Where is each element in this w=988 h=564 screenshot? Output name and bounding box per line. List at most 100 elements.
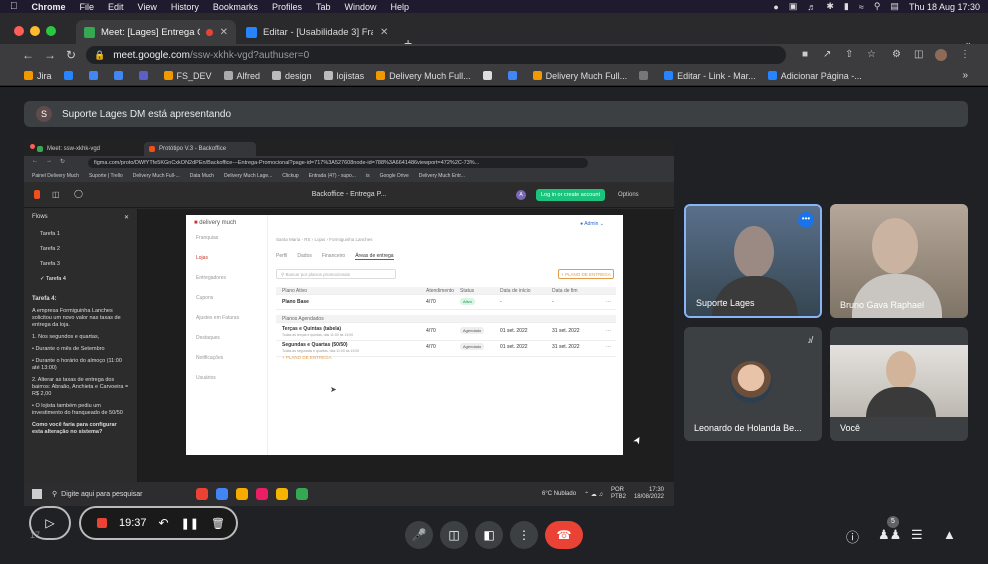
bookmark-item[interactable]: FS_DEV xyxy=(163,71,212,81)
open-in-new-icon[interactable]: ↗ xyxy=(823,49,831,60)
close-tab-icon[interactable]: ✕ xyxy=(380,27,388,38)
frame-table-header: Plano Ativo Atendimento Status Data de i… xyxy=(276,287,616,295)
status-badge: Ativo xyxy=(460,298,475,305)
meet-stage: S Suporte Lages DM está apresentando Mee… xyxy=(0,87,988,564)
column-header: Atendimento xyxy=(426,288,455,294)
bookmark-item[interactable]: Jira xyxy=(24,71,52,81)
menu-window[interactable]: Window xyxy=(344,2,376,12)
tab-confluence[interactable]: Editar - [Usabilidade 3] Franqu ✕ xyxy=(238,20,398,44)
bookmark-favicon-icon xyxy=(482,71,492,80)
spotlight-icon[interactable]: ⚲ xyxy=(874,1,881,12)
admin-label: Admin xyxy=(584,221,599,227)
participant-tile[interactable]: ♪̸ Leonardo de Holanda Be... xyxy=(684,327,822,441)
explorer-icon xyxy=(236,488,249,500)
bookmark-item[interactable]: Editar - Link - Mar... xyxy=(664,71,756,81)
menubar-clock[interactable]: Thu 18 Aug 17:30 xyxy=(909,2,980,12)
more-options-button[interactable]: ⋮ xyxy=(510,521,538,549)
menu-app[interactable]: Chrome xyxy=(32,2,66,12)
extensions-icon[interactable]: ⚙ xyxy=(892,49,901,60)
volume-icon[interactable]: ♬ xyxy=(807,2,816,12)
apple-icon[interactable]:  xyxy=(10,1,18,12)
participant-tile-self[interactable]: Você xyxy=(830,327,968,441)
info-icon[interactable]: ⓘ xyxy=(846,527,859,546)
close-window-icon[interactable] xyxy=(14,26,24,36)
bookmark-item[interactable]: Adicionar Página -... xyxy=(767,71,862,81)
plan-end: 31 set. 2022 xyxy=(552,344,580,350)
maximize-window-icon[interactable] xyxy=(46,26,56,36)
address-bar[interactable]: 🔒 meet.google.com /ssw-xkhk-vgd?authuser… xyxy=(86,46,786,64)
bookmark-item[interactable] xyxy=(88,71,102,80)
presenting-banner: S Suporte Lages DM está apresentando xyxy=(24,101,968,127)
frame-nav-item: Ajustes em Faturas xyxy=(196,315,240,321)
present-button[interactable]: ◧ xyxy=(475,521,503,549)
kebab-menu-icon[interactable]: ⋮ xyxy=(960,49,970,60)
menu-history[interactable]: History xyxy=(171,2,199,12)
lock-icon[interactable]: 🔒 xyxy=(94,50,105,61)
bookmark-favicon-icon xyxy=(113,71,123,80)
bookmark-item[interactable] xyxy=(138,71,152,80)
profile-avatar[interactable] xyxy=(935,49,947,61)
app-icon xyxy=(256,488,269,500)
sidebar-icon[interactable]: ◫ xyxy=(914,49,923,60)
camera-recorder-button[interactable]: ▷ xyxy=(29,506,71,540)
taskbar-search: ⚲ Digite aqui para pesquisar xyxy=(52,490,143,499)
activities-icon[interactable]: ▲ xyxy=(943,527,956,542)
control-center-icon[interactable]: ▤ xyxy=(890,1,899,12)
camera-status-icon[interactable]: ■ xyxy=(802,49,808,60)
leave-call-button[interactable]: ☎ xyxy=(545,521,583,549)
pause-icon[interactable]: ❚❚ xyxy=(181,517,199,530)
bookmark-item[interactable] xyxy=(113,71,127,80)
mic-button[interactable]: 🎤 xyxy=(405,521,433,549)
plan-start: 01 set. 2022 xyxy=(500,344,528,350)
menu-view[interactable]: View xyxy=(138,2,157,12)
menu-help[interactable]: Help xyxy=(390,2,409,12)
minimize-window-icon[interactable] xyxy=(30,26,40,36)
frame-nav-item-selected: Lojas xyxy=(196,255,208,261)
bookmark-item[interactable] xyxy=(639,71,652,80)
menu-bookmarks[interactable]: Bookmarks xyxy=(213,2,258,12)
reload-icon[interactable]: ↻ xyxy=(66,48,76,62)
battery-icon[interactable]: ▮ xyxy=(844,1,849,12)
microphone-icon: 🎤 xyxy=(411,528,427,542)
column-header: Data de fim xyxy=(552,288,578,294)
undo-icon[interactable]: ↶ xyxy=(159,516,169,530)
bluetooth-icon[interactable]: ✱ xyxy=(826,1,834,12)
trash-icon[interactable]: 🗑 xyxy=(211,517,225,530)
bookmarks-overflow-icon[interactable]: » xyxy=(962,70,968,81)
wifi-icon[interactable]: ≈ xyxy=(859,2,864,12)
mic-status-icon[interactable]: ● xyxy=(773,2,778,12)
bookmark-item[interactable] xyxy=(482,71,496,80)
bookmark-item[interactable]: Alfred xyxy=(223,71,260,81)
bookmark-star-icon[interactable]: ☆ xyxy=(867,49,876,60)
back-icon[interactable]: ← xyxy=(22,48,34,62)
share-icon[interactable]: ⇧ xyxy=(845,49,853,60)
recording-timer: 19:37 xyxy=(119,517,147,529)
camera-button[interactable]: ◫ xyxy=(440,521,468,549)
participant-tile[interactable]: ••• Suporte Lages xyxy=(684,204,822,318)
close-tab-icon[interactable]: ✕ xyxy=(220,27,228,38)
stop-recording-icon[interactable] xyxy=(97,518,107,528)
menu-tab[interactable]: Tab xyxy=(316,2,331,12)
bookmark-item[interactable]: design xyxy=(272,71,312,81)
bookmark-item[interactable]: Delivery Much Full... xyxy=(376,71,471,81)
column-header: Data de início xyxy=(500,288,531,294)
participant-tile[interactable]: Bruno Gava Raphael xyxy=(830,204,968,318)
more-options-icon[interactable]: ••• xyxy=(798,212,814,228)
menu-edit[interactable]: Edit xyxy=(108,2,124,12)
tab-meet[interactable]: Meet: [Lages] Entrega Gra ✕ xyxy=(76,20,236,44)
screen-recording-controls: 19:37 ↶ ❚❚ 🗑 xyxy=(79,506,238,540)
menu-file[interactable]: File xyxy=(80,2,95,12)
screen-share-icon[interactable]: ▣ xyxy=(789,1,798,12)
tab-label: Editar - [Usabilidade 3] Franqu xyxy=(263,26,373,38)
bookmark-item[interactable] xyxy=(63,71,77,80)
bookmark-item[interactable]: Delivery Much Full... xyxy=(532,71,627,81)
bookmark-item[interactable] xyxy=(507,71,521,80)
bookmark-item[interactable]: lojistas xyxy=(323,71,364,81)
forward-icon[interactable]: → xyxy=(44,48,56,62)
frame-logo-text: delivery much xyxy=(199,220,237,226)
menu-profiles[interactable]: Profiles xyxy=(272,2,302,12)
chat-icon[interactable]: ☰ xyxy=(911,527,923,543)
frame-nav-item: Cupons xyxy=(196,295,214,301)
people-icon[interactable]: ♟♟ xyxy=(878,527,901,543)
tab-label: Meet: [Lages] Entrega Gra xyxy=(101,26,200,38)
